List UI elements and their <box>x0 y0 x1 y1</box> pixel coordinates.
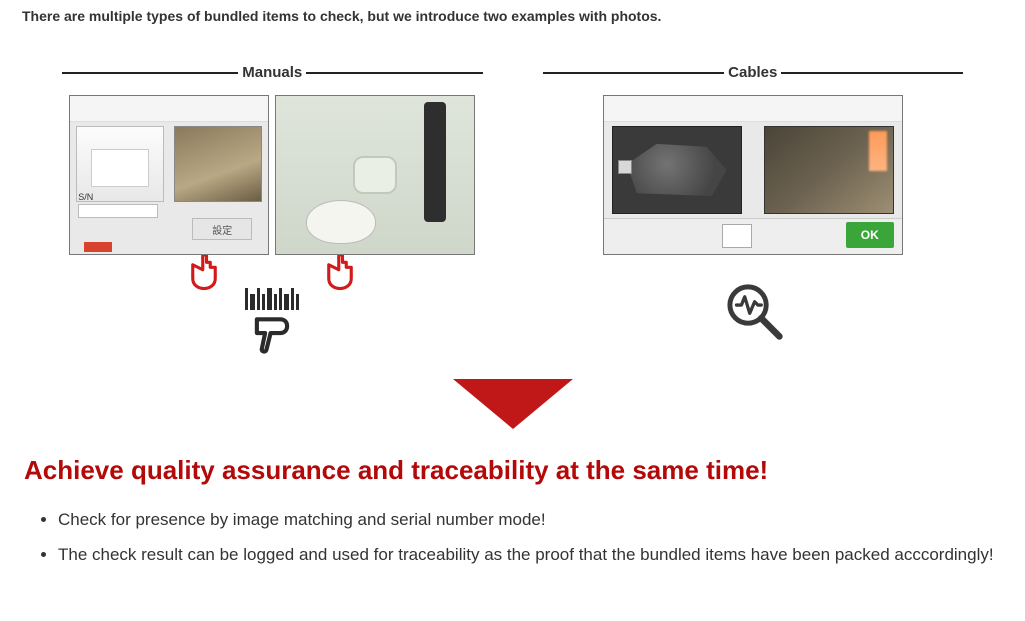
inspect-magnifier-icon <box>718 277 788 348</box>
examples-row: Manuals S/N 設定 <box>22 64 1003 361</box>
down-arrow-wrap <box>22 379 1003 429</box>
sn-input <box>78 204 158 218</box>
thumb-box <box>722 224 752 248</box>
rule-left <box>62 72 238 74</box>
camera-stand <box>424 102 446 222</box>
example-title-manuals: Manuals <box>238 64 306 81</box>
rule-right <box>306 72 482 74</box>
settings-button: 設定 <box>192 218 252 240</box>
camera-head <box>353 156 397 194</box>
ok-indicator: OK <box>846 222 894 248</box>
photo-left-pane <box>76 126 164 202</box>
cables-photo: OK <box>603 95 903 255</box>
manuals-photo-1: S/N 設定 <box>69 95 269 255</box>
mouse-shape <box>306 200 376 244</box>
red-tag <box>84 242 112 252</box>
hand-pointer-icon <box>184 251 224 296</box>
manuals-photo-2 <box>275 95 475 255</box>
manuals-photos: S/N 設定 <box>69 95 475 255</box>
list-item: The check result can be logged and used … <box>58 543 1003 568</box>
cables-photos: OK <box>603 95 903 255</box>
intro-text: There are multiple types of bundled item… <box>22 8 1003 24</box>
photo-right-pane <box>174 126 262 202</box>
example-manuals: Manuals S/N 設定 <box>62 64 483 361</box>
down-arrow-icon <box>453 379 573 429</box>
barcode-lines <box>245 288 299 310</box>
list-item: Check for presence by image matching and… <box>58 508 1003 533</box>
bullet-list: Check for presence by image matching and… <box>22 508 1003 567</box>
example-header-cables: Cables <box>543 64 964 81</box>
cable-right-pane <box>764 126 894 214</box>
example-title-cables: Cables <box>724 64 781 81</box>
barcode-scanner-icon <box>245 288 299 361</box>
photo-topbar <box>70 96 268 122</box>
sn-label: S/N <box>78 192 93 202</box>
example-cables: Cables OK <box>543 64 964 361</box>
rule-right <box>781 72 963 74</box>
rule-left <box>543 72 725 74</box>
scan-gun-icon <box>250 310 294 361</box>
photo-topbar <box>604 96 902 122</box>
hand-pointer-icon <box>320 251 360 296</box>
example-header-manuals: Manuals <box>62 64 483 81</box>
headline: Achieve quality assurance and traceabili… <box>24 455 1003 486</box>
checkbox-shape <box>618 160 632 174</box>
